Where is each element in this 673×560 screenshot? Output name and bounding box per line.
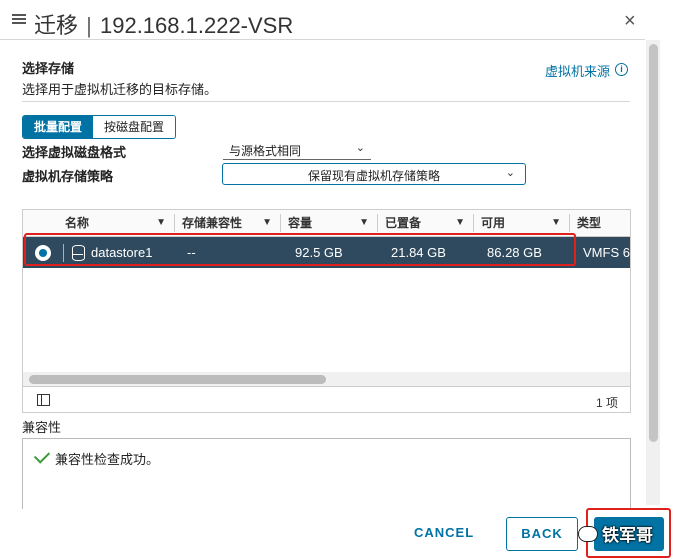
storage-policy-value: 保留现有虚拟机存储策略	[307, 169, 440, 183]
back-button[interactable]: BACK	[506, 517, 578, 551]
compatibility-message: 兼容性检查成功。	[55, 452, 160, 467]
title-action: 迁移	[34, 13, 79, 38]
info-icon[interactable]: i	[615, 63, 628, 76]
storage-policy-select[interactable]: 保留现有虚拟机存储策略 ⌄	[222, 163, 526, 185]
compatibility-panel: 兼容性检查成功。	[22, 438, 631, 509]
column-toggle-icon[interactable]	[37, 394, 50, 406]
chevron-down-icon: ⌄	[355, 142, 365, 154]
wechat-icon	[578, 525, 598, 542]
config-mode-toggle: 批量配置 按磁盘配置	[22, 115, 177, 139]
close-icon[interactable]: ×	[624, 10, 636, 33]
item-count: 1 项	[595, 396, 618, 410]
tab-per-disk-config[interactable]: 按磁盘配置	[93, 116, 176, 138]
grid-footer: 1 项	[23, 386, 630, 412]
cell-type: VMFS 6	[583, 245, 630, 260]
title-separator: |	[86, 13, 92, 38]
storage-policy-label: 虚拟机存储策略	[22, 169, 114, 184]
section-subtitle: 选择用于虚拟机迁移的目标存储。	[22, 82, 218, 97]
section-title: 选择存储	[22, 61, 75, 76]
hamburger-menu-icon[interactable]	[12, 12, 26, 26]
horizontal-scrollbar-thumb[interactable]	[29, 375, 326, 384]
dialog-title: 迁移 | 192.168.1.222-VSR	[34, 8, 293, 40]
header-divider	[0, 39, 645, 40]
check-icon	[33, 447, 51, 464]
vm-source-link[interactable]: 虚拟机来源	[545, 61, 610, 80]
watermark-text: 铁军哥	[602, 526, 653, 545]
disk-format-label: 选择虚拟磁盘格式	[22, 145, 127, 160]
cancel-button[interactable]: CANCEL	[414, 525, 474, 540]
row-highlight-box	[24, 233, 576, 266]
tab-batch-config[interactable]: 批量配置	[23, 116, 94, 138]
disk-format-value: 与源格式相同	[229, 144, 302, 158]
vertical-scrollbar-thumb[interactable]	[649, 44, 658, 442]
disk-format-select[interactable]: 与源格式相同 ⌄	[223, 139, 371, 160]
column-header-type[interactable]: 类型	[569, 210, 630, 236]
title-target: 192.168.1.222-VSR	[99, 13, 294, 38]
compatibility-label: 兼容性	[22, 420, 62, 435]
watermark: 铁军哥	[578, 521, 653, 546]
section-divider	[22, 101, 630, 102]
chevron-down-icon: ⌄	[505, 167, 515, 179]
